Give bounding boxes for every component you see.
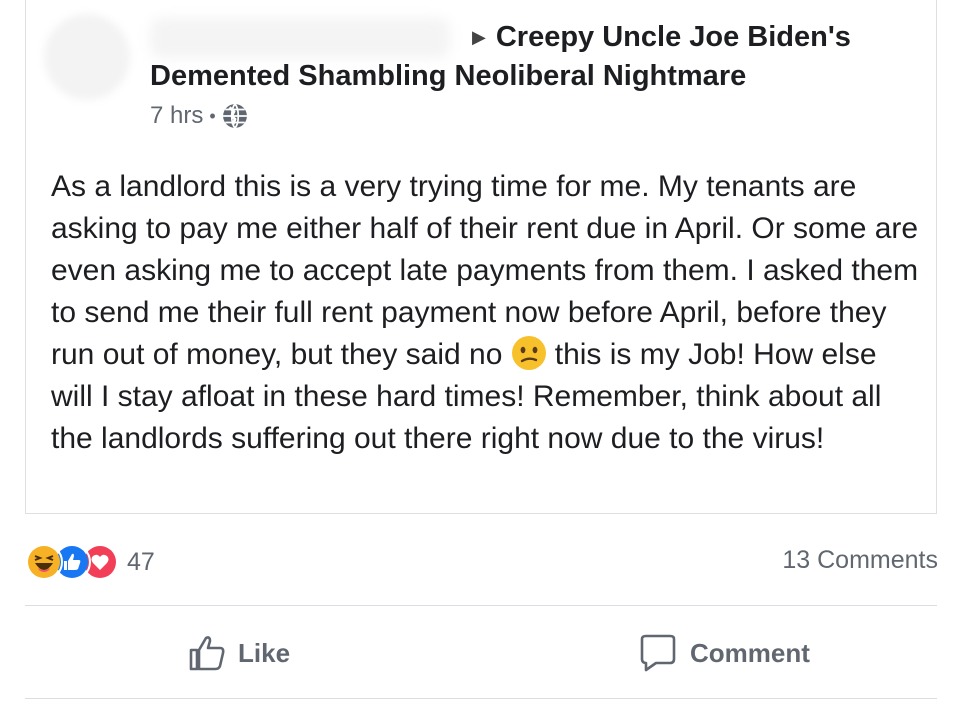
comments-count-link[interactable]: 13 Comments: [782, 546, 938, 575]
share-arrow-icon: ▶: [472, 27, 486, 47]
avatar[interactable]: [44, 14, 130, 100]
meta-separator: •: [209, 105, 216, 126]
confused-face-icon: [511, 336, 546, 370]
post-header: ▶ Creepy Uncle Joe Biden's Demented Shamb…: [150, 18, 910, 96]
like-button[interactable]: Like: [188, 630, 290, 676]
comment-bubble-icon: [640, 634, 676, 672]
comment-button[interactable]: Comment: [638, 630, 810, 676]
post-timestamp[interactable]: 7 hrs: [150, 102, 203, 130]
comment-label: Comment: [690, 637, 810, 668]
group-name-link[interactable]: Creepy Uncle Joe Biden's Demented Shambl…: [150, 21, 851, 92]
reactions-summary[interactable]: 47: [25, 543, 155, 581]
divider: [25, 698, 937, 699]
post-body: As a landlord this is a very trying time…: [51, 166, 926, 460]
reaction-count: 47: [127, 547, 155, 576]
globe-icon[interactable]: [222, 103, 248, 129]
like-label: Like: [238, 637, 291, 668]
thumbs-up-icon: [189, 636, 225, 671]
post-meta: 7 hrs •: [150, 102, 248, 130]
haha-icon: [25, 543, 63, 581]
divider: [25, 605, 937, 606]
